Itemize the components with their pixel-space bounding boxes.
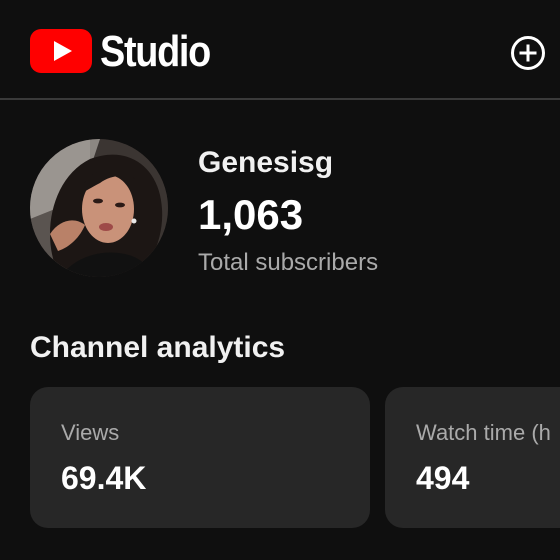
studio-dashboard: Studio Genesisg 1,063 Total subscribers … — [0, 0, 560, 560]
channel-avatar[interactable] — [30, 139, 168, 277]
avatar-photo — [30, 139, 168, 277]
studio-wordmark: Studio — [100, 27, 211, 76]
add-circle-icon[interactable] — [510, 35, 546, 71]
card-label: Watch time (h — [416, 420, 551, 445]
youtube-logo-icon[interactable] — [30, 29, 92, 73]
top-app-bar: Studio — [0, 0, 560, 100]
section-title-channel-analytics: Channel analytics — [30, 331, 286, 364]
channel-name[interactable]: Genesisg — [198, 144, 333, 182]
card-label: Views — [61, 420, 120, 445]
analytics-card-watch-time[interactable]: Watch time (h 494 — [385, 387, 560, 528]
analytics-card-views[interactable]: Views 69.4K — [30, 387, 370, 528]
card-value: 69.4K — [61, 460, 147, 496]
card-value: 494 — [416, 460, 470, 496]
subscriber-count: 1,063 — [198, 191, 304, 238]
subscriber-label: Total subscribers — [198, 249, 379, 276]
